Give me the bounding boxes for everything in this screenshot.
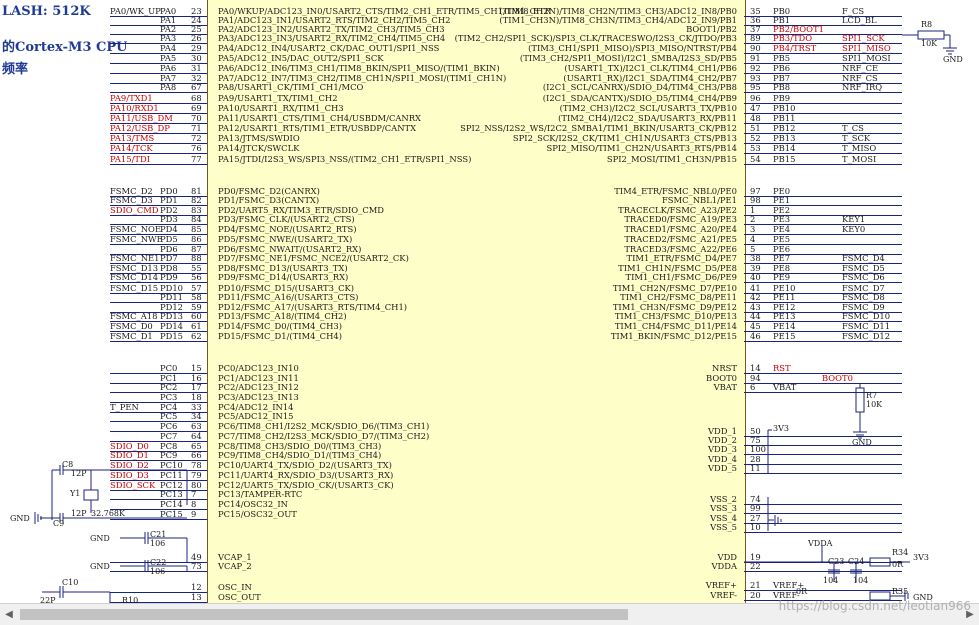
c9-value: 12P (71, 509, 87, 518)
r8-resistor (917, 30, 945, 40)
net-3v3-label: 3V3 (773, 424, 789, 433)
scroll-left-arrow-icon[interactable]: ◀ (0, 604, 18, 625)
c8-value: 12P (71, 469, 87, 478)
c23-value: 104 (823, 576, 839, 585)
c24-value: 104 (853, 576, 869, 585)
c10-label: C10 (62, 578, 79, 587)
r35-label: R35 (892, 587, 909, 596)
vref-r-value: 0R (796, 587, 808, 596)
gnd-label: GND (852, 438, 872, 447)
r7-label: R7 (866, 391, 878, 400)
r34-value: 0R (892, 560, 904, 569)
r8-value: 10K (921, 39, 938, 48)
scrollbar-thumb[interactable] (20, 609, 628, 620)
y1-crystal (83, 489, 99, 501)
c9-label: C9 (53, 519, 65, 528)
watermark: https://blog.csdn.net/leotian966 (778, 599, 971, 613)
net-3v3-label-2: 3V3 (913, 553, 929, 562)
r34-resistor (869, 557, 891, 567)
gnd-label: GND (90, 534, 110, 543)
external-circuitry (34, 30, 957, 603)
schematic-sheet: LASH: 512K 的Cortex-M3 CPU 频率 PA0/WK_UP PA… (0, 0, 979, 625)
gnd-label: GND (10, 514, 30, 523)
c8-label: C8 (62, 460, 74, 469)
net-vdda-label: VDDA (808, 539, 833, 548)
r34-label: R34 (892, 548, 909, 557)
c23-label: C23 (828, 557, 845, 566)
c21-value: 106 (150, 539, 166, 548)
gnd-label: GND (943, 55, 963, 64)
c24-label: C24 (848, 557, 865, 566)
y1-value: 32.768K (91, 509, 125, 518)
y1-label: Y1 (70, 489, 81, 498)
c22-value: 106 (150, 567, 166, 576)
gnd-label: GND (90, 562, 110, 571)
r7-value: 10K (866, 400, 883, 409)
c22-label: C22 (150, 558, 167, 567)
c21-label: C21 (150, 530, 167, 539)
r7-resistor (855, 387, 865, 413)
r8-label: R8 (921, 20, 933, 29)
